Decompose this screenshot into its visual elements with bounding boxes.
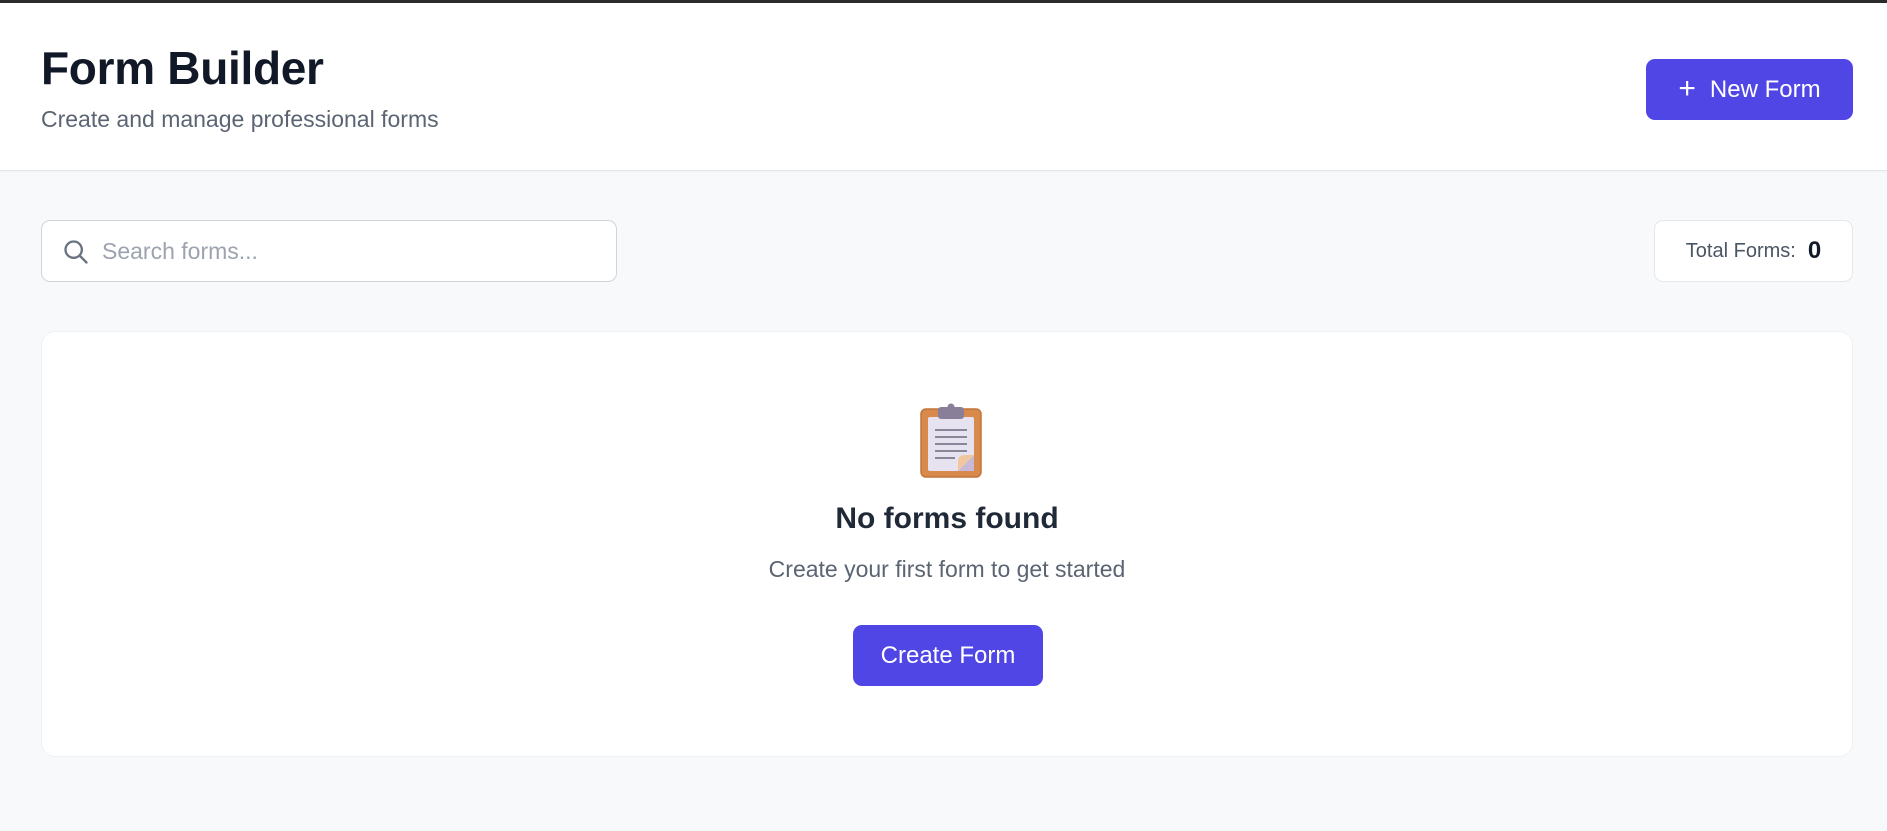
empty-state-message: Create your first form to get started (768, 556, 1126, 582)
page-subtitle: Create and manage professional forms (41, 106, 439, 132)
plus-icon: + (1678, 71, 1696, 105)
new-form-button-label: New Form (1709, 75, 1821, 103)
create-form-button[interactable]: Create Form (853, 625, 1043, 686)
clipboard-icon (920, 403, 982, 478)
new-form-button[interactable]: + New Form (1646, 59, 1853, 120)
page-header: Form Builder Create and manage professio… (0, 3, 1887, 171)
search-input[interactable] (102, 221, 602, 281)
empty-state-title: No forms found (835, 502, 1059, 535)
search-icon (64, 240, 88, 264)
empty-state-card: No forms found Create your first form to… (41, 331, 1853, 757)
search-box[interactable] (41, 220, 617, 282)
total-forms-value: 0 (1807, 237, 1822, 264)
page-title: Form Builder (41, 42, 324, 94)
total-forms-label: Total Forms: (1685, 239, 1796, 262)
total-forms-counter: Total Forms: 0 (1654, 220, 1853, 282)
